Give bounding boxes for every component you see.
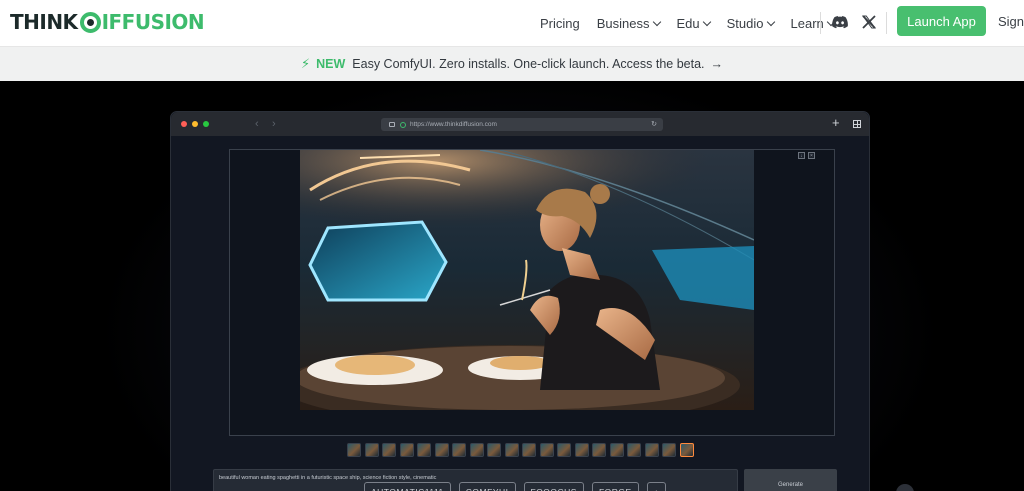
thumbnail[interactable] (452, 443, 466, 457)
nav-link-label: Pricing (540, 15, 580, 31)
thumbnail[interactable] (469, 443, 484, 457)
nav-link-learn[interactable]: Learn (790, 15, 836, 31)
lightning-icon: ⚡︎ (300, 56, 311, 71)
discord-icon[interactable] (830, 12, 850, 32)
minimize-dot-icon (192, 121, 198, 127)
nav-link-label: Learn (790, 15, 824, 31)
site-favicon-icon (400, 121, 406, 128)
tab-fooocus[interactable]: FOOOCUS (523, 482, 584, 491)
nav-link-label: Studio (726, 15, 764, 31)
thumbnail-selected[interactable] (679, 443, 694, 457)
generated-image (300, 150, 754, 410)
new-badge: NEW (316, 57, 346, 71)
tab-add[interactable]: + (646, 482, 667, 491)
thumbnail[interactable] (504, 443, 519, 457)
thumbnail[interactable] (382, 443, 396, 457)
thumbnail[interactable] (399, 443, 414, 457)
thumbnail[interactable] (592, 443, 606, 457)
tab-automatic1111[interactable]: AUTOMATIC1111 (364, 482, 451, 491)
arrow-right-icon: → (710, 57, 724, 71)
address-bar: https://www.thinkdiffusion.com ↻ (381, 118, 663, 131)
announcement-banner[interactable]: ⚡︎ NEW Easy ComfyUI. Zero installs. One-… (0, 46, 1024, 81)
thumbnail[interactable] (522, 443, 536, 457)
nav-link-label: Edu (676, 15, 700, 31)
thumbnail[interactable] (609, 443, 624, 457)
tab-comfyui[interactable]: COMFYUI (458, 482, 516, 491)
thinkdiffusion-logo[interactable]: THINK IFFUSION (10, 10, 205, 34)
hero-section: ‹ › https://www.thinkdiffusion.com ↻ + ↓… (0, 81, 1024, 491)
close-icon: × (808, 152, 815, 159)
nav-divider (886, 12, 887, 34)
thumbnail[interactable] (644, 443, 659, 457)
thumbnail[interactable] (574, 443, 589, 457)
lock-icon (389, 122, 395, 127)
close-dot-icon (181, 121, 187, 127)
nav-link-studio[interactable]: Studio (726, 15, 775, 31)
nav-links: Pricing Business Edu Studio Learn (540, 0, 851, 46)
back-arrow-icon: ‹ (255, 118, 259, 130)
thumbnail[interactable] (417, 443, 431, 457)
launch-app-button[interactable]: Launch App (897, 6, 986, 36)
thumbnail[interactable] (557, 443, 571, 457)
chevron-down-icon (652, 17, 661, 26)
x-twitter-icon[interactable] (859, 12, 879, 32)
thumbnail[interactable] (487, 443, 501, 457)
thumbnail[interactable] (364, 443, 379, 457)
generate-button[interactable]: Generate (744, 469, 837, 491)
top-nav: THINK IFFUSION Pricing Business Edu Stud… (0, 0, 1024, 46)
logo-text-think: THINK (10, 10, 78, 34)
url-text: https://www.thinkdiffusion.com (410, 121, 497, 128)
reload-icon: ↻ (651, 121, 657, 128)
nav-link-label: Business (596, 15, 650, 31)
thumbnail[interactable] (662, 443, 676, 457)
nav-link-pricing[interactable]: Pricing (540, 16, 580, 31)
logo-text-iffusion: IFFUSION (101, 10, 205, 34)
image-canvas: ↓ × (229, 149, 835, 436)
nav-link-business[interactable]: Business (596, 15, 661, 31)
thumbnail[interactable] (434, 443, 449, 457)
chevron-down-icon (702, 17, 711, 26)
banner-text: Easy ComfyUI. Zero installs. One-click l… (352, 57, 705, 71)
new-tab-icon: + (832, 115, 840, 130)
nav-link-edu[interactable]: Edu (676, 15, 711, 31)
thumbnail-strip (347, 443, 697, 457)
download-icon: ↓ (798, 152, 805, 159)
browser-toolbar: ‹ › https://www.thinkdiffusion.com ↻ + (171, 112, 869, 136)
sign-in-link[interactable]: Sign (998, 14, 1024, 29)
thumbnail[interactable] (539, 443, 554, 457)
thumbnail[interactable] (627, 443, 641, 457)
logo-d-icon (79, 11, 101, 33)
nav-divider (820, 12, 821, 34)
tab-forge[interactable]: FORGE (591, 482, 639, 491)
forward-arrow-icon: › (272, 118, 276, 130)
thumbnail[interactable] (347, 443, 361, 457)
ui-tabs: AUTOMATIC1111 COMFYUI FOOOCUS FORGE + (364, 482, 674, 491)
maximize-dot-icon (203, 121, 209, 127)
tab-grid-icon (853, 120, 861, 128)
browser-mockup: ‹ › https://www.thinkdiffusion.com ↻ + ↓… (170, 111, 870, 491)
chevron-down-icon (766, 17, 775, 26)
